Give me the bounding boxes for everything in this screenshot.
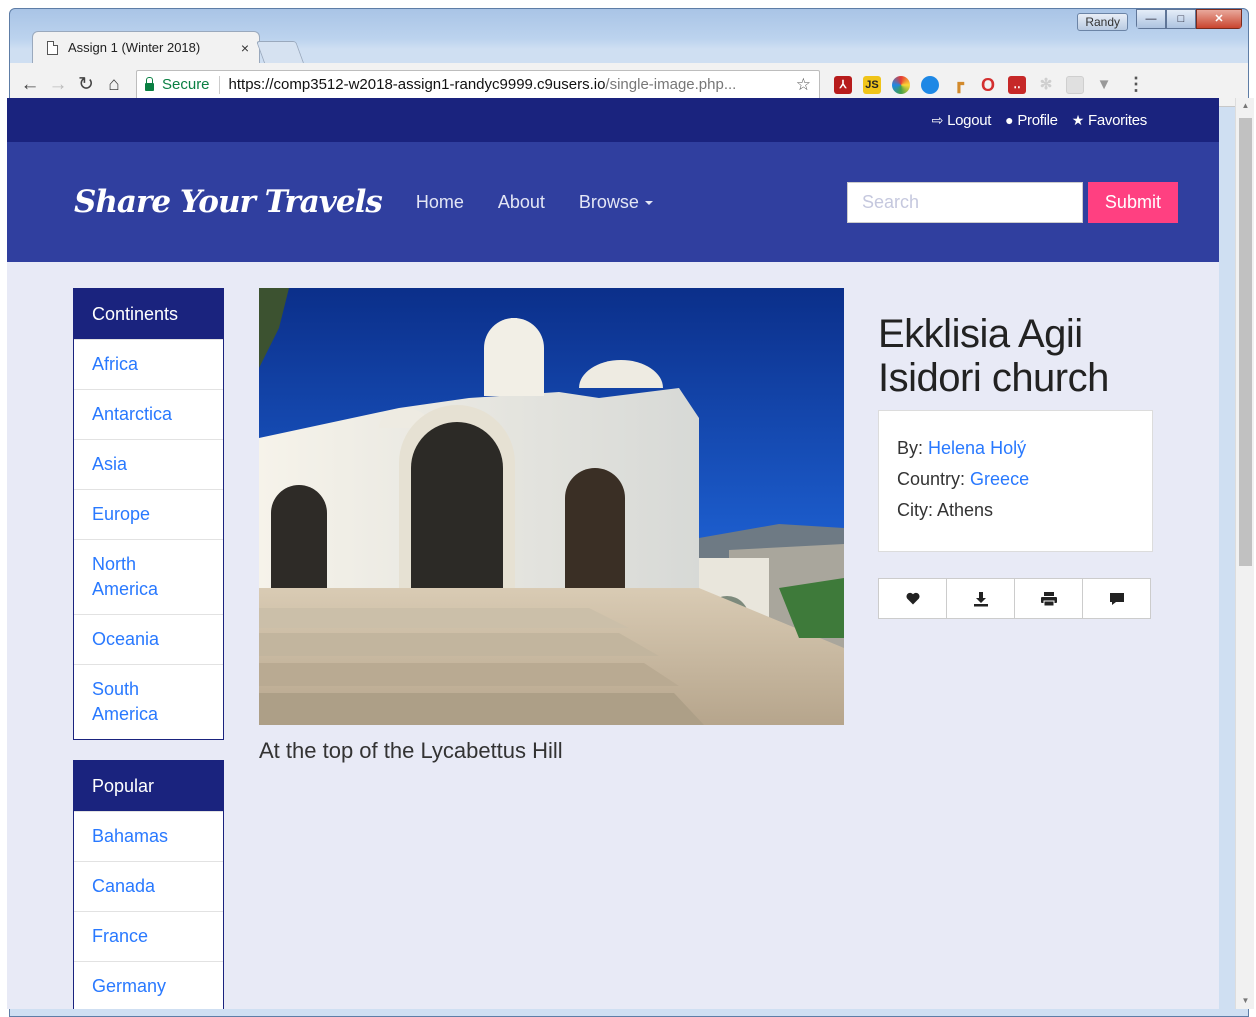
continent-link-africa[interactable]: Africa <box>74 339 223 389</box>
user-icon: ● <box>1005 112 1014 128</box>
popular-heading: Popular <box>74 761 223 811</box>
search-input[interactable] <box>846 181 1083 223</box>
author-row: By: Helena Holý <box>897 433 1134 464</box>
travel-photo <box>259 288 844 725</box>
continent-link-south-america[interactable]: South America <box>74 664 223 739</box>
city-row: City: Athens <box>897 495 1134 526</box>
popular-link-france[interactable]: France <box>74 911 223 961</box>
back-icon[interactable]: ← <box>16 71 44 99</box>
logout-link[interactable]: ⇨ Logout <box>932 112 992 129</box>
nav-home[interactable]: Home <box>416 192 464 213</box>
popular-link-bahamas[interactable]: Bahamas <box>74 811 223 861</box>
comment-icon <box>1109 592 1124 605</box>
scroll-down-icon[interactable]: ▼ <box>1236 993 1255 1009</box>
favorites-label: Favorites <box>1088 111 1147 129</box>
church-photo-illustration <box>259 288 844 725</box>
lock-icon <box>145 76 154 91</box>
js-icon[interactable]: JS <box>863 75 881 94</box>
star-icon: ★ <box>1071 111 1085 128</box>
nav-about[interactable]: About <box>498 192 545 213</box>
profile-badge[interactable]: Randy <box>1077 13 1128 31</box>
nav-browse-label: Browse <box>578 191 639 212</box>
author-link[interactable]: Helena Holý <box>928 438 1026 458</box>
secure-label: Secure <box>162 76 210 93</box>
country-label: Country: <box>897 469 966 489</box>
frame-icon[interactable] <box>1066 75 1084 94</box>
brand-logo[interactable]: Share Your Travels <box>74 184 383 220</box>
lastpass-icon[interactable]: ‥ <box>1008 75 1026 94</box>
url-path: /single-image.php... <box>605 76 737 93</box>
react-icon[interactable]: ✻ <box>1037 76 1055 94</box>
logout-label: Logout <box>947 111 992 129</box>
extension-icons: ⅄ JS ┏ O ‥ ✻ ▼ <box>834 75 1113 94</box>
url-host: https://comp3512-w2018-assign1-randyc999… <box>228 76 606 93</box>
continent-link-asia[interactable]: Asia <box>74 439 223 489</box>
scroll-thumb[interactable] <box>1239 118 1252 566</box>
image-actions <box>878 578 1151 619</box>
page-viewport: ⇨ Logout ● Profile ★ Favorites Share Your T… <box>7 98 1219 1009</box>
city-label: City: <box>897 500 933 520</box>
print-button[interactable] <box>1014 578 1083 619</box>
print-icon <box>1040 591 1057 606</box>
country-link[interactable]: Greece <box>970 469 1029 489</box>
tab-close-icon[interactable]: × <box>241 40 249 56</box>
download-button[interactable] <box>946 578 1015 619</box>
close-window-button[interactable]: ✕ <box>1196 9 1242 29</box>
acrobat-icon[interactable]: ⅄ <box>834 75 852 94</box>
heart-icon <box>905 592 920 605</box>
country-row: Country: Greece <box>897 464 1134 495</box>
continent-link-oceania[interactable]: Oceania <box>74 614 223 664</box>
share-icon[interactable] <box>921 75 939 94</box>
download-icon <box>973 591 988 606</box>
nav-browse[interactable]: Browse <box>579 192 653 213</box>
photo-caption: At the top of the Lycabettus Hill <box>259 738 563 763</box>
page-icon <box>47 40 58 55</box>
bookmark-star-icon[interactable]: ☆ <box>796 75 811 95</box>
image-title: Ekklisia Agii Isidori church <box>878 312 1109 400</box>
reload-icon[interactable]: ↻ <box>72 71 100 99</box>
home-icon[interactable]: ⌂ <box>100 71 128 99</box>
pipe-icon[interactable]: ┏ <box>950 76 968 94</box>
vue-icon[interactable]: ▼ <box>1095 76 1113 94</box>
logout-icon: ⇨ <box>931 111 944 128</box>
favorites-link[interactable]: ★ Favorites <box>1071 111 1148 129</box>
popular-panel: Popular Bahamas Canada France Germany <box>73 760 224 1009</box>
tab-title: Assign 1 (Winter 2018) <box>68 40 201 55</box>
new-tab-button[interactable] <box>255 41 305 63</box>
opera-icon[interactable]: O <box>979 76 997 94</box>
window-controls: Randy — □ ✕ <box>1077 9 1242 31</box>
profile-link[interactable]: ● Profile <box>1005 112 1058 129</box>
user-bar: ⇨ Logout ● Profile ★ Favorites <box>7 98 1219 142</box>
continent-link-europe[interactable]: Europe <box>74 489 223 539</box>
maximize-button[interactable]: □ <box>1166 9 1196 29</box>
submit-button[interactable]: Submit <box>1087 181 1178 223</box>
image-details: By: Helena Holý Country: Greece City: At… <box>878 410 1153 552</box>
forward-icon[interactable]: → <box>44 71 72 99</box>
city-value: Athens <box>937 500 994 520</box>
scroll-up-icon[interactable]: ▲ <box>1236 98 1255 114</box>
popular-link-germany[interactable]: Germany <box>74 961 223 1009</box>
favorite-button[interactable] <box>878 578 947 619</box>
browser-menu-icon[interactable]: ⋮ <box>1127 74 1145 95</box>
continent-link-antarctica[interactable]: Antarctica <box>74 389 223 439</box>
address-separator <box>218 75 220 94</box>
minimize-button[interactable]: — <box>1136 9 1166 29</box>
color-picker-icon[interactable] <box>892 75 910 94</box>
main-nav: Share Your Travels Home About Browse Sub… <box>7 142 1219 262</box>
comment-button[interactable] <box>1082 578 1151 619</box>
browser-tab[interactable]: Assign 1 (Winter 2018) × <box>32 31 260 63</box>
address-bar[interactable]: Secure https://comp3512-w2018-assign1-ra… <box>136 69 820 100</box>
caret-down-icon <box>644 200 653 205</box>
by-label: By: <box>897 438 924 458</box>
popular-link-canada[interactable]: Canada <box>74 861 223 911</box>
continents-heading: Continents <box>74 289 223 339</box>
continent-link-north-america[interactable]: North America <box>74 539 223 614</box>
page-scrollbar[interactable]: ▲ ▼ <box>1235 98 1254 1009</box>
profile-label: Profile <box>1017 111 1058 129</box>
search-form: Submit <box>846 181 1178 223</box>
continents-panel: Continents Africa Antarctica Asia Europe… <box>73 288 224 740</box>
